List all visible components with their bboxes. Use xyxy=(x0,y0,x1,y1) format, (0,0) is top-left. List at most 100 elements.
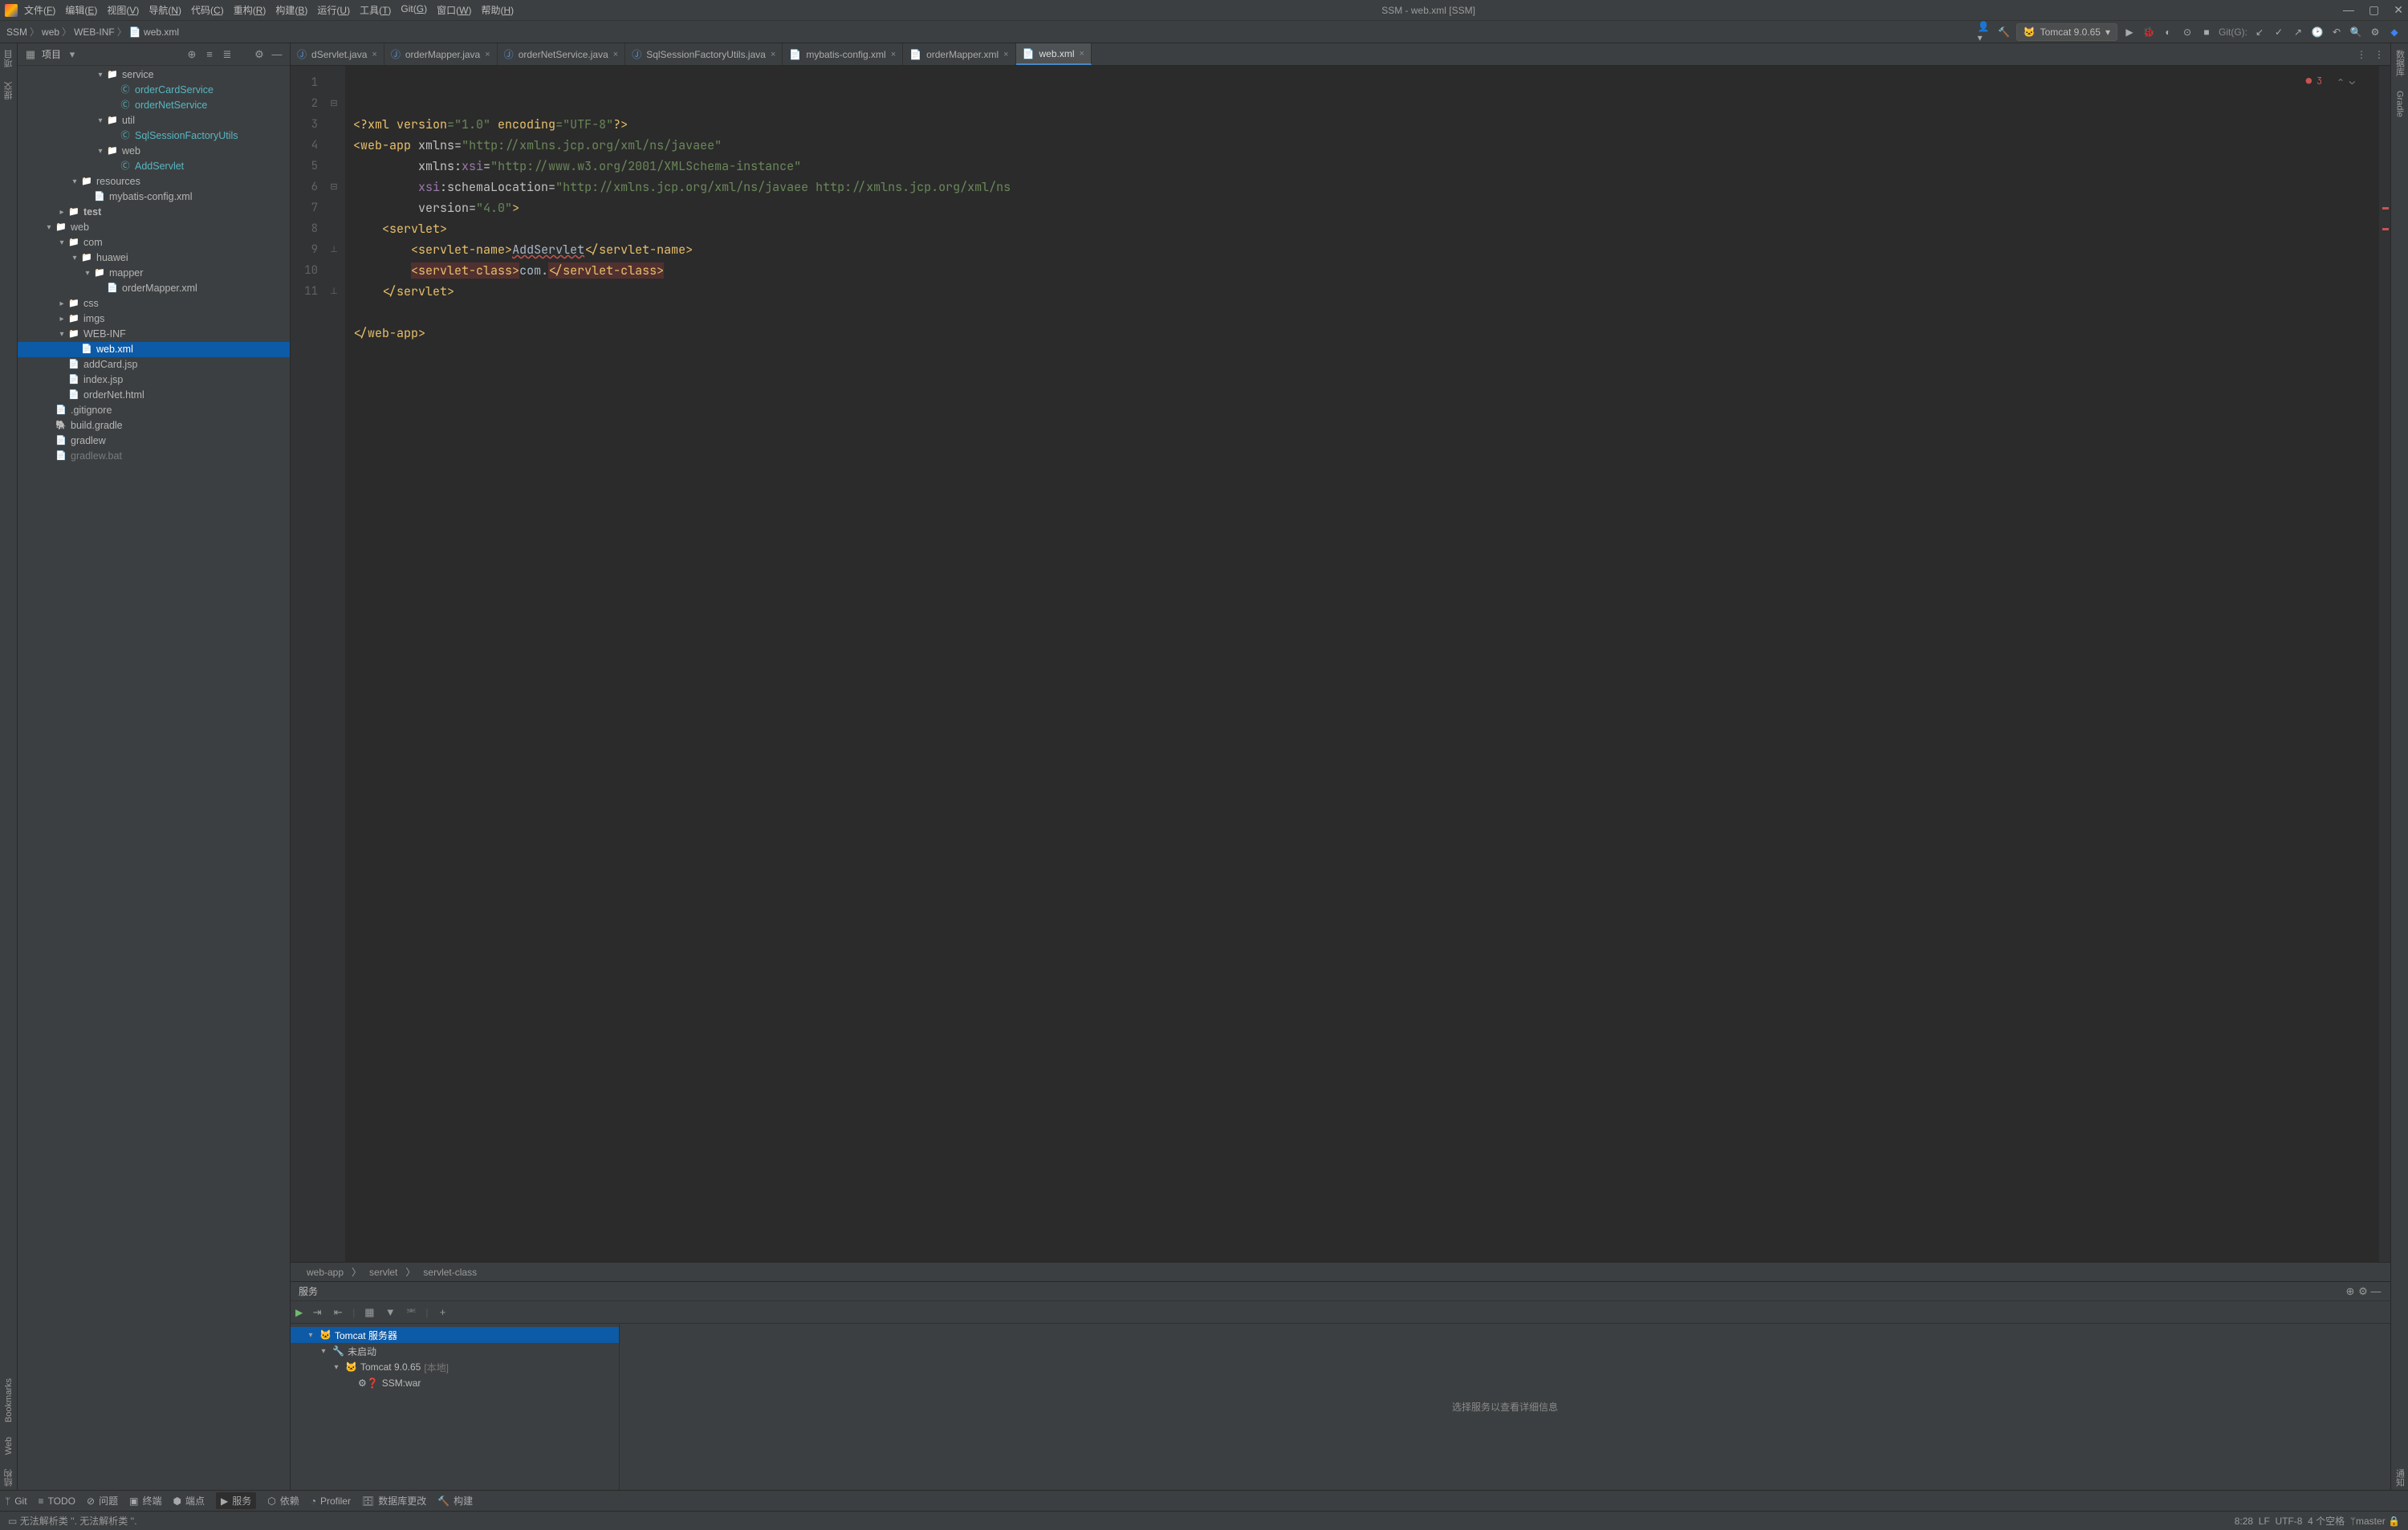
git-branch[interactable]: master xyxy=(2356,1516,2386,1527)
services-tree-node[interactable]: ▾ 🐱 Tomcat 9.0.65 [本地] xyxy=(291,1359,619,1375)
close-tab-icon[interactable]: × xyxy=(1003,50,1008,59)
tree-row[interactable]: ⒸorderCardService xyxy=(18,83,290,98)
tool-tab-dbchanges[interactable]: 🗄数据库更改 xyxy=(362,1494,426,1508)
close-tab-icon[interactable]: × xyxy=(372,50,376,59)
code-editor[interactable]: ●3 ⌃ ⌄ <?xml version="1.0" encoding="UTF… xyxy=(345,66,2379,1262)
tool-tab-structure[interactable]: 结构 xyxy=(2,1466,15,1490)
error-stripe[interactable] xyxy=(2379,66,2390,1262)
run-icon[interactable]: ▶ xyxy=(295,1307,303,1318)
hide-panel-icon[interactable]: — xyxy=(2369,1285,2382,1298)
fold-gutter[interactable]: ⊟⊟⊥⊥ xyxy=(323,66,345,1262)
tree-row[interactable]: ⒸorderNetService xyxy=(18,98,290,113)
editor-tab[interactable]: 📄web.xml× xyxy=(1016,43,1092,65)
services-tree-node[interactable]: ▾ 🔧 未启动 xyxy=(291,1343,619,1359)
menu-item[interactable]: 工具(T) xyxy=(360,3,391,17)
more-icon[interactable]: ⋮ xyxy=(2374,49,2384,60)
status-lamp-icon[interactable]: ▭ xyxy=(8,1516,17,1527)
editor-tab[interactable]: ⒿorderMapper.java× xyxy=(384,43,498,65)
tree-row[interactable]: ▸imgs xyxy=(18,311,290,327)
tool-tab-services[interactable]: ▶服务 xyxy=(216,1492,256,1509)
crumb-item[interactable]: servlet-class xyxy=(423,1267,477,1278)
run-config-selector[interactable]: 🐱 Tomcat 9.0.65 ▾ xyxy=(2016,23,2117,41)
tree-row[interactable]: ▾WEB-INF xyxy=(18,327,290,342)
tree-row[interactable]: ⒸSqlSessionFactoryUtils xyxy=(18,128,290,144)
tool-tab-endpoints[interactable]: ⬢端点 xyxy=(173,1494,205,1508)
locate-icon[interactable]: ⊕ xyxy=(185,48,198,61)
caret-position[interactable]: 8:28 xyxy=(2235,1516,2253,1527)
tree-row[interactable]: 🐘build.gradle xyxy=(18,418,290,433)
tree-row[interactable]: ▾huawei xyxy=(18,250,290,266)
tool-tab-problems[interactable]: ⊘问题 xyxy=(87,1494,118,1508)
grid-icon[interactable]: ▦ xyxy=(363,1306,376,1319)
editor-tab[interactable]: 📄orderMapper.xml× xyxy=(903,43,1015,65)
tool-tab-bookmarks[interactable]: Bookmarks xyxy=(4,1375,14,1426)
tree-row[interactable]: 📄orderMapper.xml xyxy=(18,281,290,296)
settings-icon[interactable]: ⚙ xyxy=(2368,25,2382,39)
tree-row[interactable]: ▾mapper xyxy=(18,266,290,281)
tree-row[interactable]: ▸test xyxy=(18,205,290,220)
tool-tab-project[interactable]: 项目 xyxy=(2,47,15,71)
lock-icon[interactable]: 🔒 xyxy=(2388,1516,2400,1527)
maximize-icon[interactable]: ▢ xyxy=(2369,3,2379,17)
git-push-icon[interactable]: ↗ xyxy=(2291,25,2305,39)
expand-all-icon[interactable]: ≡ xyxy=(203,48,216,61)
locate-icon[interactable]: ⊕ xyxy=(2344,1285,2357,1298)
tree-collapse-icon[interactable]: ⇤ xyxy=(332,1306,344,1319)
tree-row[interactable]: ⒸAddServlet xyxy=(18,159,290,174)
menu-item[interactable]: Git(G) xyxy=(401,3,427,17)
tool-tab-profiler[interactable]: ◔Profiler xyxy=(311,1495,351,1507)
menu-item[interactable]: 窗口(W) xyxy=(437,3,471,17)
menu-item[interactable]: 文件(F) xyxy=(24,3,55,17)
menu-item[interactable]: 运行(U) xyxy=(317,3,350,17)
tree-expand-icon[interactable]: ⇥ xyxy=(311,1306,323,1319)
tool-tab-notifications[interactable]: 通知 xyxy=(2394,1466,2406,1490)
run-icon[interactable]: ▶ xyxy=(2122,25,2137,39)
tree-row[interactable]: 📄.gitignore xyxy=(18,403,290,418)
tree-row[interactable]: 📄orderNet.html xyxy=(18,388,290,403)
tree-row[interactable]: 📄index.jsp xyxy=(18,372,290,388)
close-tab-icon[interactable]: × xyxy=(771,50,775,59)
tree-row[interactable]: 📄mybatis-config.xml xyxy=(18,189,290,205)
group-icon[interactable]: ⎃ xyxy=(405,1306,417,1319)
tree-row[interactable]: 📄gradlew xyxy=(18,433,290,449)
tree-row[interactable]: ▾web xyxy=(18,144,290,159)
tab-list-icon[interactable]: ⋮ xyxy=(2357,49,2366,60)
hide-panel-icon[interactable]: — xyxy=(270,48,283,61)
search-icon[interactable]: 🔍 xyxy=(2349,25,2363,39)
editor-tab[interactable]: ⒿdServlet.java× xyxy=(291,43,384,65)
plugin-icon[interactable]: ◆ xyxy=(2387,25,2402,39)
tool-tab-build[interactable]: 🔨构建 xyxy=(437,1494,473,1508)
crumb-item[interactable]: servlet xyxy=(369,1267,397,1278)
user-icon[interactable]: 👤▾ xyxy=(1978,25,1992,39)
menu-item[interactable]: 重构(R) xyxy=(234,3,266,17)
menu-item[interactable]: 编辑(E) xyxy=(65,3,97,17)
tree-row[interactable]: ▾service xyxy=(18,67,290,83)
panel-settings-icon[interactable]: ⚙ xyxy=(2357,1285,2369,1298)
stop-icon[interactable]: ■ xyxy=(2199,25,2214,39)
tree-row[interactable]: ▾util xyxy=(18,113,290,128)
close-tab-icon[interactable]: × xyxy=(891,50,896,59)
tool-tab-gradle[interactable]: Gradle xyxy=(2395,87,2405,120)
tree-row[interactable]: ▾web xyxy=(18,220,290,235)
tool-tab-deps[interactable]: ⬡依赖 xyxy=(267,1494,299,1508)
close-tab-icon[interactable]: × xyxy=(485,50,490,59)
filter-icon[interactable]: ▼ xyxy=(384,1306,397,1319)
add-icon[interactable]: + xyxy=(436,1306,449,1319)
menu-item[interactable]: 构建(B) xyxy=(275,3,307,17)
services-tree-leaf[interactable]: ⚙❓ SSM:war xyxy=(291,1375,619,1391)
close-tab-icon[interactable]: × xyxy=(1080,49,1084,59)
tool-tab-terminal[interactable]: ▣终端 xyxy=(129,1494,161,1508)
line-separator[interactable]: LF xyxy=(2259,1516,2270,1527)
tool-tab-web[interactable]: Web xyxy=(4,1434,14,1458)
git-rollback-icon[interactable]: ↶ xyxy=(2329,25,2344,39)
minimize-icon[interactable]: — xyxy=(2343,3,2354,17)
tool-tab-todo[interactable]: ≡TODO xyxy=(39,1495,75,1507)
profile-icon[interactable]: ⊙ xyxy=(2180,25,2194,39)
tree-row[interactable]: 📄addCard.jsp xyxy=(18,357,290,372)
menu-item[interactable]: 代码(C) xyxy=(191,3,224,17)
editor-tab[interactable]: 📄mybatis-config.xml× xyxy=(783,43,903,65)
menu-item[interactable]: 导航(N) xyxy=(148,3,181,17)
tool-tab-git[interactable]: ᛘGit xyxy=(5,1495,27,1507)
debug-icon[interactable]: 🐞 xyxy=(2142,25,2156,39)
tree-row[interactable]: 📄gradlew.bat xyxy=(18,449,290,464)
